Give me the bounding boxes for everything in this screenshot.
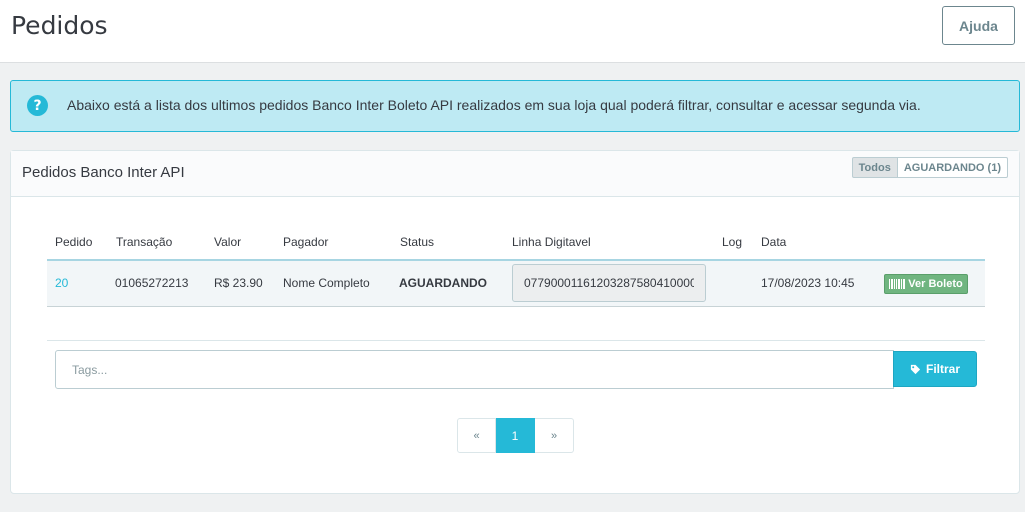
ver-boleto-button[interactable]: Ver Boleto (884, 274, 968, 294)
help-button[interactable]: Ajuda (942, 6, 1015, 45)
panel-title: Pedidos Banco Inter API (22, 164, 185, 181)
page-title: Pedidos (11, 11, 108, 40)
pagination-next-button[interactable]: » (535, 418, 574, 453)
transaction-cell: 01065272213 (115, 276, 189, 290)
panel-heading: Pedidos Banco Inter API Todos AGUARDANDO… (11, 151, 1019, 197)
alert-message: Abaixo está a lista dos ultimos pedidos … (67, 97, 921, 113)
column-header-pedido: Pedido (55, 235, 93, 249)
column-header-data: Data (761, 235, 787, 249)
filtrar-button[interactable]: Filtrar (893, 351, 977, 387)
info-alert: ? Abaixo está a lista dos ultimos pedido… (10, 80, 1020, 132)
pagination-page-1[interactable]: 1 (496, 418, 535, 453)
payer-cell: Nome Completo (283, 276, 370, 290)
orders-panel: Pedidos Banco Inter API Todos AGUARDANDO… (10, 150, 1020, 494)
column-header-transacao: Transação (116, 235, 173, 249)
pagination: « 1 » (457, 418, 574, 453)
column-header-status: Status (400, 235, 435, 249)
linha-digitavel-field[interactable] (512, 264, 706, 302)
status-cell: AGUARDANDO (399, 276, 487, 290)
date-cell: 17/08/2023 10:45 (761, 276, 855, 290)
divider (47, 340, 985, 341)
ver-boleto-label: Ver Boleto (908, 278, 963, 290)
filter-todos-button[interactable]: Todos (851, 157, 898, 178)
table-row: 20 01065272213 R$ 23.90 Nome Completo AG… (47, 261, 985, 307)
barcode-icon (889, 279, 906, 289)
status-filter-group: Todos AGUARDANDO (1) (851, 157, 1008, 178)
order-id-link[interactable]: 20 (55, 276, 68, 290)
filter-aguardando-button[interactable]: AGUARDANDO (1) (897, 157, 1008, 178)
value-cell: R$ 23.90 (214, 276, 263, 290)
pagination-prev-button[interactable]: « (457, 418, 496, 453)
page-header: Pedidos Ajuda (0, 0, 1025, 63)
column-header-pagador: Pagador (283, 235, 329, 249)
column-header-log: Log (722, 235, 743, 249)
question-circle-icon: ? (27, 95, 48, 116)
column-header-linha-digitavel: Linha Digitavel (512, 235, 591, 249)
tag-icon (910, 364, 921, 374)
column-header-valor: Valor (214, 235, 242, 249)
tags-search-input[interactable] (55, 350, 894, 389)
filtrar-label: Filtrar (925, 362, 960, 376)
